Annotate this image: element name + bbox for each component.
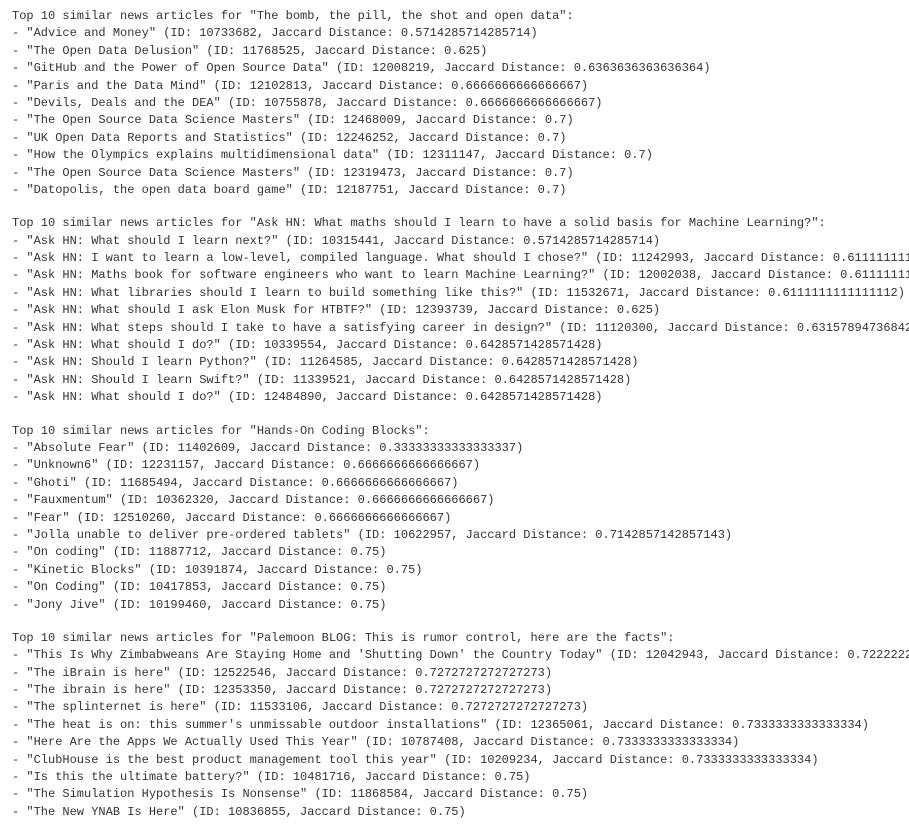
result-line: - "Here Are the Apps We Actually Used Th… [12, 734, 897, 751]
result-group: Top 10 similar news articles for "The bo… [12, 8, 897, 199]
result-line: - "Ask HN: Maths book for software engin… [12, 267, 897, 284]
result-line: - "The Open Data Delusion" (ID: 11768525… [12, 43, 897, 60]
result-group: Top 10 similar news articles for "Hands-… [12, 423, 897, 614]
result-line: - "Datopolis, the open data board game" … [12, 182, 897, 199]
result-line: - "Absolute Fear" (ID: 11402609, Jaccard… [12, 440, 897, 457]
output-log: Top 10 similar news articles for "The bo… [12, 8, 897, 821]
result-line: - "The heat is on: this summer's unmissa… [12, 717, 897, 734]
group-header: Top 10 similar news articles for "Hands-… [12, 423, 897, 440]
result-line: - "Ask HN: I want to learn a low-level, … [12, 250, 897, 267]
result-line: - "Ask HN: What should I learn next?" (I… [12, 233, 897, 250]
result-line: - "Ask HN: What should I do?" (ID: 10339… [12, 337, 897, 354]
result-line: - "Fauxmentum" (ID: 10362320, Jaccard Di… [12, 492, 897, 509]
result-line: - "GitHub and the Power of Open Source D… [12, 60, 897, 77]
result-line: - "The ibrain is here" (ID: 12353350, Ja… [12, 682, 897, 699]
result-line: - "Is this the ultimate battery?" (ID: 1… [12, 769, 897, 786]
result-line: - "Ask HN: What should I do?" (ID: 12484… [12, 389, 897, 406]
result-line: - "Ask HN: Should I learn Swift?" (ID: 1… [12, 372, 897, 389]
result-group: Top 10 similar news articles for "Ask HN… [12, 215, 897, 406]
result-line: - "The Open Source Data Science Masters"… [12, 112, 897, 129]
result-line: - "The iBrain is here" (ID: 12522546, Ja… [12, 665, 897, 682]
result-line: - "On Coding" (ID: 10417853, Jaccard Dis… [12, 579, 897, 596]
result-line: - "Paris and the Data Mind" (ID: 1210281… [12, 78, 897, 95]
result-line: - "How the Olympics explains multidimens… [12, 147, 897, 164]
result-group: Top 10 similar news articles for "Palemo… [12, 630, 897, 821]
result-line: - "Jolla unable to deliver pre-ordered t… [12, 527, 897, 544]
result-line: - "ClubHouse is the best product managem… [12, 752, 897, 769]
result-line: - "Devils, Deals and the DEA" (ID: 10755… [12, 95, 897, 112]
result-line: - "Ghoti" (ID: 11685494, Jaccard Distanc… [12, 475, 897, 492]
result-line: - "Advice and Money" (ID: 10733682, Jacc… [12, 25, 897, 42]
result-line: - "Ask HN: Should I learn Python?" (ID: … [12, 354, 897, 371]
group-header: Top 10 similar news articles for "Ask HN… [12, 215, 897, 232]
result-line: - "Fear" (ID: 12510260, Jaccard Distance… [12, 510, 897, 527]
result-line: - "Jony Jive" (ID: 10199460, Jaccard Dis… [12, 597, 897, 614]
result-line: - "On coding" (ID: 11887712, Jaccard Dis… [12, 544, 897, 561]
result-line: - "UK Open Data Reports and Statistics" … [12, 130, 897, 147]
result-line: - "Ask HN: What should I ask Elon Musk f… [12, 302, 897, 319]
group-header: Top 10 similar news articles for "Palemo… [12, 630, 897, 647]
result-line: - "Ask HN: What steps should I take to h… [12, 320, 897, 337]
result-line: - "This Is Why Zimbabweans Are Staying H… [12, 647, 897, 664]
result-line: - "Kinetic Blocks" (ID: 10391874, Jaccar… [12, 562, 897, 579]
result-line: - "Ask HN: What libraries should I learn… [12, 285, 897, 302]
result-line: - "Unknown6" (ID: 12231157, Jaccard Dist… [12, 457, 897, 474]
result-line: - "The Simulation Hypothesis Is Nonsense… [12, 786, 897, 803]
result-line: - "The New YNAB Is Here" (ID: 10836855, … [12, 804, 897, 821]
result-line: - "The Open Source Data Science Masters"… [12, 165, 897, 182]
group-header: Top 10 similar news articles for "The bo… [12, 8, 897, 25]
result-line: - "The splinternet is here" (ID: 1153310… [12, 699, 897, 716]
